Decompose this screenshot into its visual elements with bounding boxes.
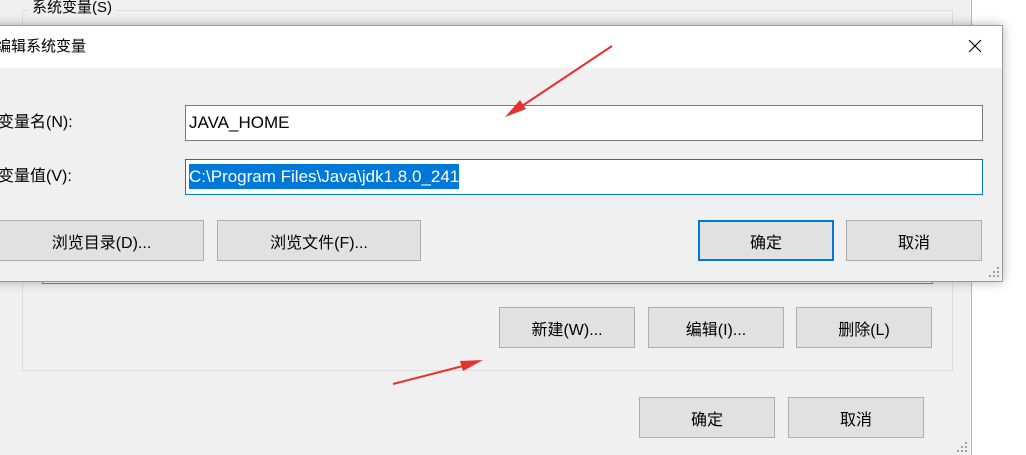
browse-directory-button[interactable]: 浏览目录(D)... (0, 220, 204, 261)
delete-variable-button[interactable]: 删除(L) (796, 307, 932, 348)
close-icon (968, 39, 982, 53)
dialog-title: 编辑系统变量 (0, 38, 87, 55)
variable-name-value: JAVA_HOME (189, 113, 290, 132)
window-cancel-button[interactable]: 取消 (788, 397, 924, 438)
variable-name-input[interactable]: JAVA_HOME (185, 105, 983, 141)
edit-system-variable-dialog: 编辑系统变量 变量名(N): JAVA_HOME 变量值(V): C:\Prog… (0, 25, 1003, 282)
variable-value-input[interactable]: C:\Program Files\Java\jdk1.8.0_241 (185, 159, 983, 195)
resize-grip-icon[interactable] (956, 441, 968, 453)
dialog-close-button[interactable] (952, 31, 998, 61)
window-ok-button[interactable]: 确定 (639, 397, 775, 438)
new-variable-button[interactable]: 新建(W)... (499, 307, 635, 348)
variable-value-label: 变量值(V): (0, 168, 72, 185)
variable-value-selected-text: C:\Program Files\Java\jdk1.8.0_241 (189, 164, 460, 189)
resize-grip-icon[interactable] (988, 266, 1000, 278)
variable-name-label: 变量名(N): (0, 114, 73, 131)
edit-variable-button[interactable]: 编辑(I)... (648, 307, 784, 348)
system-variables-label: 系统变量(S) (29, 0, 115, 18)
dialog-titlebar[interactable] (0, 26, 1002, 68)
dialog-ok-button[interactable]: 确定 (698, 220, 834, 261)
browse-file-button[interactable]: 浏览文件(F)... (217, 220, 421, 261)
dialog-cancel-button[interactable]: 取消 (846, 220, 982, 261)
